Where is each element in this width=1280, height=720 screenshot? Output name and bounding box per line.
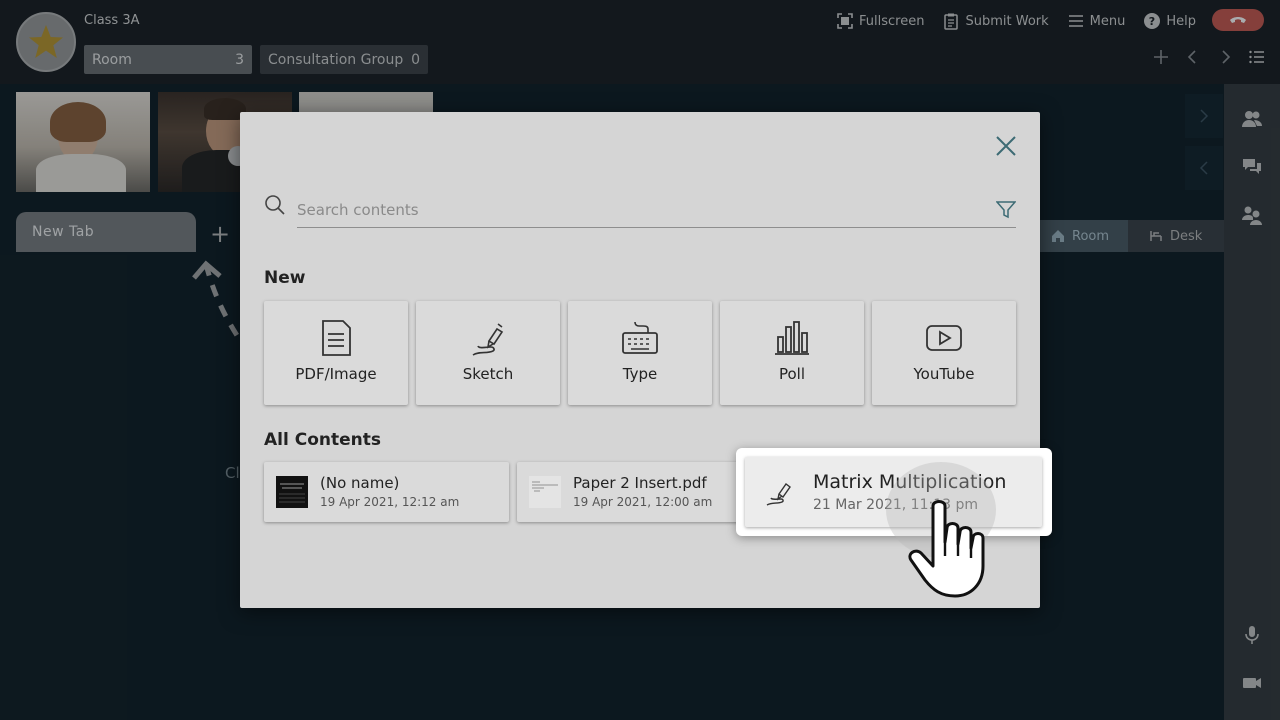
- search-icon: [265, 195, 285, 215]
- new-poll-button[interactable]: Poll: [720, 301, 864, 405]
- content-date: 19 Apr 2021, 12:00 am: [573, 495, 713, 509]
- bar-chart-icon: [775, 321, 809, 355]
- search-input[interactable]: [297, 192, 1016, 228]
- content-name: Paper 2 Insert.pdf: [573, 474, 707, 492]
- new-item-label: Type: [622, 365, 658, 383]
- new-item-label: YouTube: [913, 365, 975, 383]
- play-icon: [926, 325, 962, 351]
- filter-icon[interactable]: [996, 200, 1016, 220]
- all-contents-list: (No name) 19 Apr 2021, 12:12 am Paper 2 …: [264, 462, 762, 522]
- pen-icon: [766, 483, 791, 506]
- content-thumbnail: [276, 476, 308, 508]
- new-youtube-button[interactable]: YouTube: [872, 301, 1016, 405]
- new-content-options: PDF/Image Sketch Type Poll YouTube: [264, 301, 1016, 405]
- new-section-title: New: [264, 268, 306, 288]
- new-item-label: Poll: [778, 365, 806, 383]
- content-name: (No name): [320, 474, 400, 492]
- hand-pointer-icon: [908, 500, 985, 598]
- close-icon[interactable]: [994, 134, 1018, 158]
- content-thumbnail: [529, 476, 561, 508]
- new-type-button[interactable]: Type: [568, 301, 712, 405]
- new-pdf-image-button[interactable]: PDF/Image: [264, 301, 408, 405]
- new-sketch-button[interactable]: Sketch: [416, 301, 560, 405]
- pen-icon: [472, 323, 504, 356]
- content-date: 19 Apr 2021, 12:12 am: [320, 495, 460, 509]
- all-contents-title: All Contents: [264, 430, 381, 450]
- content-item[interactable]: Paper 2 Insert.pdf 19 Apr 2021, 12:00 am: [517, 462, 762, 522]
- keyboard-icon: [622, 321, 658, 354]
- new-item-label: Sketch: [462, 365, 514, 383]
- content-item[interactable]: (No name) 19 Apr 2021, 12:12 am: [264, 462, 509, 522]
- new-item-label: PDF/Image: [295, 365, 377, 383]
- document-icon: [322, 320, 351, 356]
- search-bar: [264, 192, 1016, 230]
